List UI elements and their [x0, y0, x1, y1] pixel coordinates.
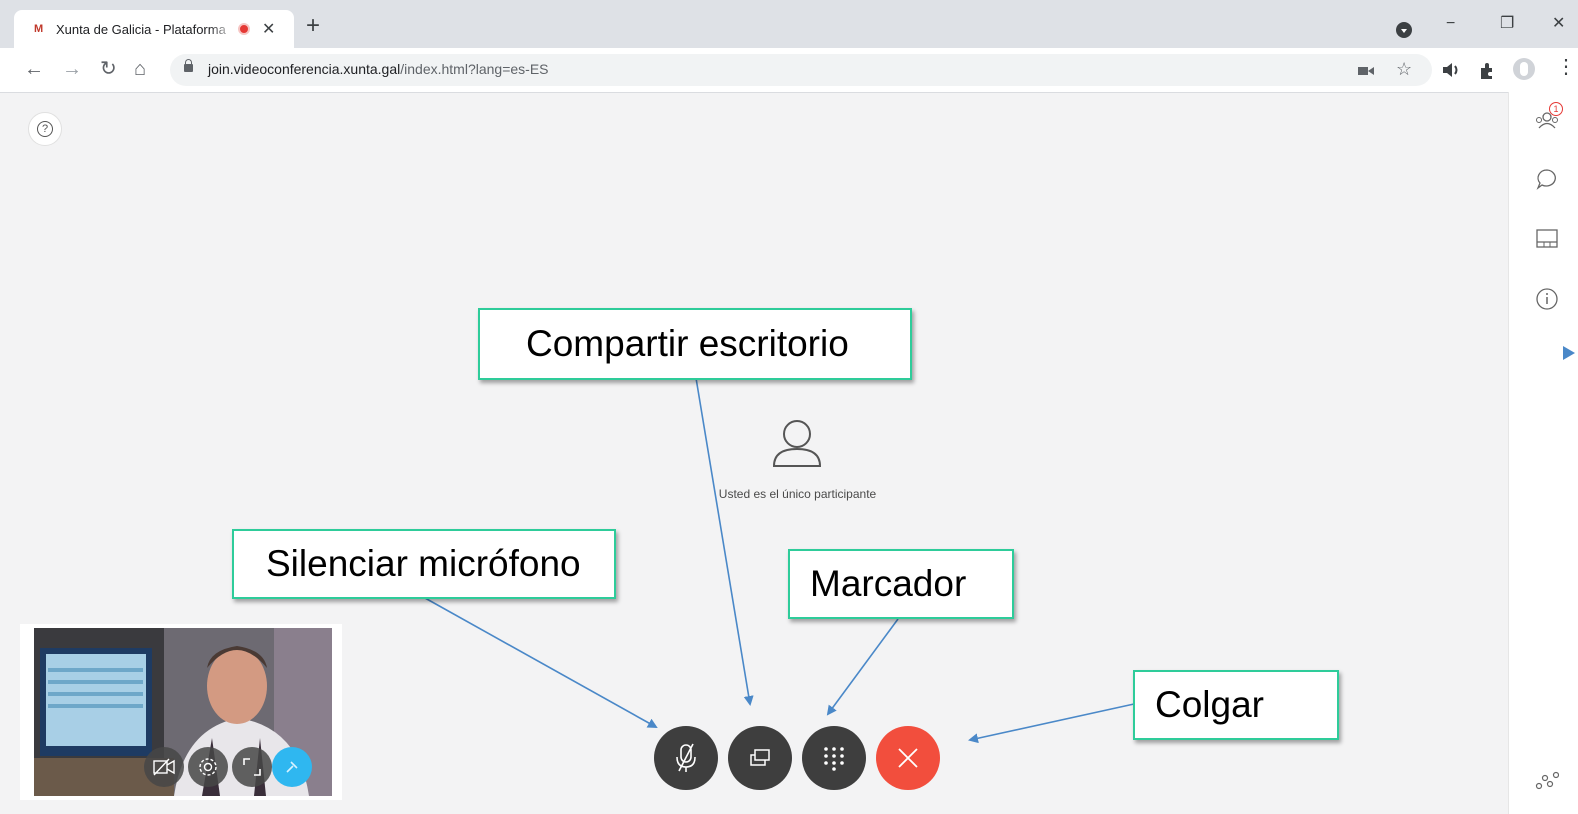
back-icon[interactable]: ←: [24, 58, 44, 80]
window-close-button[interactable]: ✕: [1552, 14, 1565, 34]
address-bar[interactable]: join.videoconferencia.xunta.gal/index.ht…: [170, 54, 1432, 86]
browser-tab[interactable]: M Xunta de Galicia - Plataforma ✕: [14, 10, 294, 48]
lock-icon: [184, 59, 193, 72]
stats-icon[interactable]: [1535, 768, 1559, 792]
empty-state-text: Usted es el único participante: [718, 487, 877, 501]
expand-icon: [243, 758, 261, 776]
pin-icon: [286, 761, 298, 773]
star-icon[interactable]: ☆: [1396, 60, 1412, 78]
url-host: join.videoconferencia.xunta.gal: [208, 61, 401, 77]
callout-mute-mic: Silenciar micrófono: [232, 529, 616, 599]
tab-strip: M Xunta de Galicia - Plataforma ✕ + − ❐ …: [0, 0, 1578, 48]
settings-button[interactable]: [188, 747, 228, 787]
right-sidebar: 1: [1508, 92, 1578, 814]
pin-button[interactable]: [272, 747, 312, 787]
extensions-icon[interactable]: [1478, 62, 1496, 80]
url-text[interactable]: join.videoconferencia.xunta.gal/index.ht…: [208, 61, 549, 77]
layout-icon[interactable]: [1535, 227, 1559, 251]
camera-off-icon: [153, 758, 175, 776]
hang-up-button[interactable]: [876, 726, 940, 790]
help-icon: ?: [37, 121, 53, 137]
dialpad-arrow: [826, 618, 899, 716]
mute-mic-button[interactable]: [654, 726, 718, 790]
reload-icon[interactable]: ↻: [100, 58, 117, 80]
browser-toolbar: ← → ↻ ⌂ join.videoconferencia.xunta.gal/…: [0, 48, 1578, 93]
new-tab-button[interactable]: +: [306, 14, 320, 38]
hangup-arrow: [968, 703, 1135, 744]
dialpad-button[interactable]: [802, 726, 866, 790]
dialpad-icon: [824, 747, 844, 771]
forward-icon[interactable]: →: [62, 58, 82, 80]
share-screen-icon: [750, 749, 770, 766]
xunta-favicon-icon: M: [34, 23, 44, 35]
speaker-icon[interactable]: [1442, 62, 1460, 78]
share-screen-button[interactable]: [728, 726, 792, 790]
menu-icon[interactable]: ⋮: [1556, 57, 1576, 77]
info-icon[interactable]: [1535, 287, 1559, 311]
recording-indicator-icon: [238, 23, 250, 35]
tab-title: Xunta de Galicia - Plataforma: [56, 21, 226, 37]
participants-badge: 1: [1549, 102, 1563, 116]
share-arrow: [695, 377, 754, 706]
restore-button[interactable]: ❐: [1500, 14, 1514, 34]
tab-close-button[interactable]: ✕: [262, 19, 275, 39]
mute-arrow: [424, 597, 658, 728]
callout-share-screen: Compartir escritorio: [478, 308, 912, 380]
camera-off-button[interactable]: [144, 747, 184, 787]
chat-icon[interactable]: [1535, 167, 1559, 191]
expand-button[interactable]: [232, 747, 272, 787]
gear-icon: [199, 758, 217, 776]
home-icon[interactable]: ⌂: [134, 58, 146, 80]
sidebar-pointer-icon: [1563, 346, 1575, 360]
minimize-button[interactable]: −: [1446, 14, 1455, 34]
avatar-placeholder-icon: [772, 420, 822, 467]
profile-icon[interactable]: [1513, 58, 1535, 80]
camera-icon[interactable]: [1358, 66, 1374, 76]
url-path: /index.html?lang=es-ES: [400, 61, 549, 77]
callout-hang-up: Colgar: [1133, 670, 1339, 740]
tab-search-icon[interactable]: [1396, 22, 1412, 38]
close-icon: [898, 748, 918, 768]
help-button[interactable]: ?: [28, 112, 62, 146]
callout-dialpad: Marcador: [788, 549, 1014, 619]
microphone-off-icon: [676, 743, 696, 772]
